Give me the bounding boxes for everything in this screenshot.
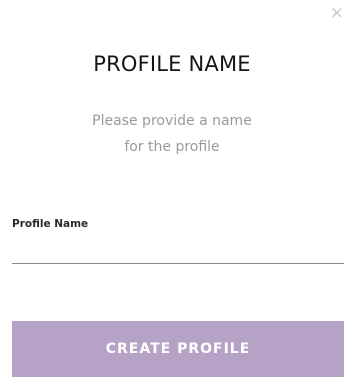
subtitle-line-2: for the profile: [124, 139, 220, 155]
close-icon[interactable]: ×: [328, 4, 344, 22]
profile-name-label: Profile Name: [12, 218, 89, 230]
dialog-title: PROFILE NAME: [93, 52, 251, 76]
profile-name-dialog: × PROFILE NAME Please provide a name for…: [0, 0, 344, 377]
dialog-subtitle: Please provide a name for the profile: [0, 108, 344, 160]
subtitle-line-1: Please provide a name: [92, 113, 252, 129]
profile-name-input[interactable]: [12, 236, 344, 264]
create-profile-button[interactable]: CREATE PROFILE: [12, 321, 344, 377]
